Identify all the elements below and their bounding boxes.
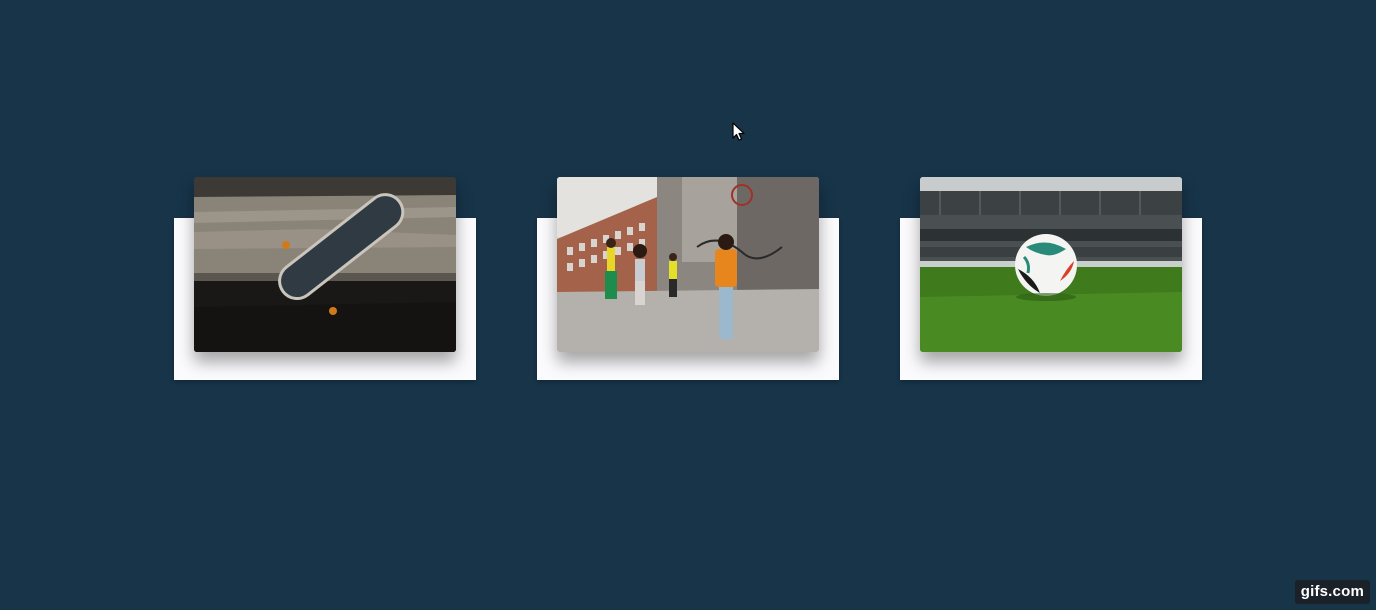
card-soccer[interactable]	[900, 177, 1202, 380]
street-kids-image[interactable]	[557, 177, 819, 352]
watermark-badge: gifs.com	[1294, 580, 1370, 604]
soccer-ball-image[interactable]	[920, 177, 1182, 352]
card-street-kids[interactable]	[537, 177, 839, 380]
skateboard-image[interactable]	[194, 177, 456, 352]
card-skateboard[interactable]	[174, 177, 476, 380]
mouse-cursor-icon	[732, 122, 746, 147]
